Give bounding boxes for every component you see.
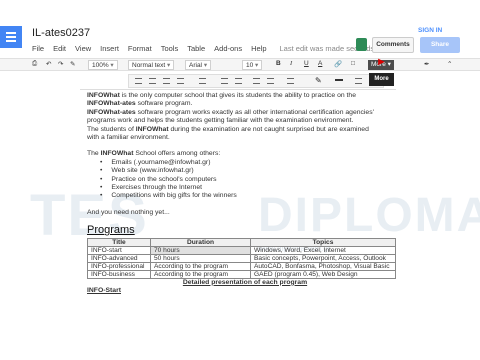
bold-button[interactable]: B	[276, 60, 281, 67]
share-button[interactable]: Share	[420, 37, 460, 53]
detailed-presentation-heading: Detailed presentation of each program	[182, 278, 308, 286]
comments-button[interactable]: Comments	[372, 37, 414, 53]
menu-help[interactable]: Help	[251, 44, 266, 53]
clear-formatting-icon[interactable]	[287, 78, 294, 84]
table-cell[interactable]: Windows, Word, Excel, Internet	[250, 245, 396, 255]
align-center-icon[interactable]	[149, 78, 156, 84]
table-header: Title	[87, 237, 151, 247]
table-row: INFO-advanced 50 hours Basic concepts, P…	[87, 253, 396, 263]
info-start-heading: INFO-Start	[87, 287, 121, 295]
menu-table[interactable]: Table	[187, 44, 205, 53]
highlight-icon[interactable]: ✎	[315, 76, 322, 85]
list-item: Competitions with big gifts for the winn…	[111, 192, 403, 200]
more-toolbar-panel: ✎	[128, 74, 384, 88]
link-icon[interactable]: 🔗	[334, 60, 342, 68]
menu-edit[interactable]: Edit	[53, 44, 66, 53]
comment-icon[interactable]: □	[351, 60, 355, 67]
menu-insert[interactable]: Insert	[100, 44, 119, 53]
table-cell[interactable]: According to the program	[150, 269, 251, 279]
border-color-icon[interactable]	[335, 79, 343, 81]
font-select[interactable]: Arial	[185, 60, 212, 70]
zoom-select[interactable]: 100%	[88, 60, 118, 70]
paint-format-icon[interactable]: ✎	[70, 60, 75, 68]
top-bar: IL-ates0237 File Edit View Insert Format…	[0, 0, 480, 58]
list-item: Exercises through the Internet	[111, 184, 403, 192]
menu-tools[interactable]: Tools	[161, 44, 179, 53]
table-cell[interactable]: Basic concepts, Powerpoint, Access, Outl…	[250, 253, 396, 263]
table-header-row: Title Duration Topics	[87, 237, 396, 247]
programs-heading: Programs	[87, 224, 135, 237]
list-item: Web site (www.infowhat.gr)	[111, 167, 403, 175]
mouse-pointer-icon: ►	[376, 56, 387, 68]
paragraph: with a familiar environment.	[87, 134, 170, 142]
table-row: INFO-professional According to the progr…	[87, 261, 396, 271]
document-body[interactable]: INFOWhat is the only computer school tha…	[87, 92, 403, 296]
table-header: Topics	[250, 237, 396, 247]
more-tooltip: More	[369, 73, 394, 86]
italic-button[interactable]: I	[290, 60, 292, 67]
menu-file[interactable]: File	[32, 44, 44, 53]
table-header: Duration	[150, 237, 251, 247]
bulleted-list-icon[interactable]	[235, 78, 242, 84]
table-cell[interactable]: GAED (program 0.45), Web Design	[250, 269, 396, 279]
list-item: Practice on the school's computers	[111, 176, 403, 184]
numbered-list-icon[interactable]	[221, 78, 228, 84]
menu-view[interactable]: View	[75, 44, 91, 53]
menu-addons[interactable]: Add-ons	[214, 44, 242, 53]
style-select[interactable]: Normal text	[128, 60, 175, 70]
align-justify-icon[interactable]	[177, 78, 184, 84]
paragraph: The students of INFOWhat during the exam…	[87, 125, 369, 133]
increase-indent-icon[interactable]	[267, 78, 274, 84]
align-right-icon[interactable]	[163, 78, 170, 84]
collapse-icon[interactable]: ⌃	[447, 60, 452, 68]
sign-in-link[interactable]: SIGN IN	[418, 27, 442, 34]
table-cell[interactable]: INFO-professional	[87, 261, 151, 271]
school-offers-text: The INFOWhat School offers among others:	[87, 150, 221, 158]
text-color-button[interactable]: A	[318, 60, 322, 67]
table-cell[interactable]: 50 hours	[150, 253, 251, 263]
paragraph: programs work and helps the students get…	[87, 117, 354, 125]
underline-button[interactable]: U	[304, 60, 309, 67]
formatting-toolbar: ⎙ ↶ ↷ ✎ 100% Normal text Arial 10 B I U …	[0, 58, 480, 71]
paragraph: INFOWhat is the only computer school tha…	[87, 92, 356, 99]
table-cell[interactable]: According to the program	[150, 261, 251, 271]
document-page[interactable]: TES DIPLOMA www.diploma-edu.gr INFOWhat …	[0, 90, 480, 360]
decrease-indent-icon[interactable]	[253, 78, 260, 84]
closing-text: And you need nothing yet...	[87, 208, 170, 216]
menu-bar: File Edit View Insert Format Tools Table…	[32, 44, 389, 53]
table-cell[interactable]: INFO-business	[87, 269, 151, 279]
border-width-icon[interactable]	[355, 78, 362, 84]
programs-table[interactable]: Title Duration Topics INFO-start 70 hour…	[87, 237, 396, 279]
list-item: Emails (.yourname@infowhat.gr)	[111, 159, 403, 167]
redo-icon[interactable]: ↷	[58, 60, 63, 68]
print-icon[interactable]: ⎙	[32, 60, 37, 68]
table-cell[interactable]: 70 hours	[150, 245, 251, 255]
paragraph: INFOWhat-ates software program.	[87, 100, 193, 108]
font-size-select[interactable]: 10	[242, 60, 263, 70]
table-cell[interactable]: INFO-advanced	[87, 253, 151, 263]
align-left-icon[interactable]	[135, 78, 142, 84]
docs-logo-icon[interactable]	[0, 26, 22, 48]
offers-list: Emails (.yourname@infowhat.gr) Web site …	[111, 159, 403, 201]
undo-icon[interactable]: ↶	[46, 60, 51, 68]
hangouts-icon[interactable]	[356, 38, 367, 51]
line-spacing-icon[interactable]	[199, 78, 206, 84]
document-title[interactable]: IL-ates0237	[32, 27, 90, 39]
table-cell[interactable]: AutoCAD, Bonfasma, Photoshop, Visual Bas…	[250, 261, 396, 271]
table-row: INFO-start 70 hours Windows, Word, Excel…	[87, 245, 396, 255]
table-row: INFO-business According to the program G…	[87, 269, 396, 279]
menu-format[interactable]: Format	[128, 44, 152, 53]
paragraph: INFOWhat-ates software program works exa…	[87, 108, 374, 116]
table-cell[interactable]: INFO-start	[87, 245, 151, 255]
pen-icon[interactable]: ✒	[424, 60, 429, 68]
